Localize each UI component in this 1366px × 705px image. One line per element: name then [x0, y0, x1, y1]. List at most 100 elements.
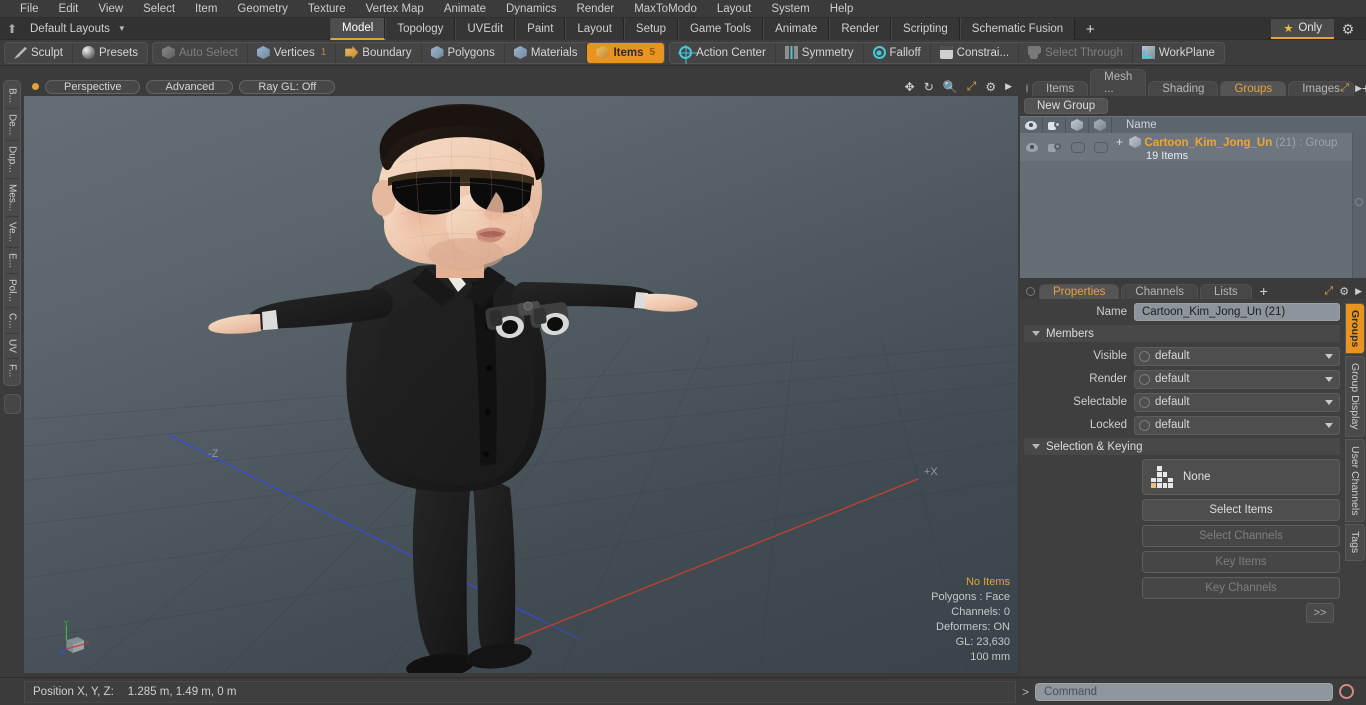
menu-item-view[interactable]: View [88, 0, 133, 18]
layout-tab-setup[interactable]: Setup [623, 18, 678, 40]
left-tool-tab-f[interactable]: F... [6, 359, 19, 382]
list-scrollbar[interactable] [1352, 133, 1366, 278]
row-shading-toggle[interactable] [1066, 133, 1089, 161]
members-section-header[interactable]: Members [1024, 325, 1340, 342]
button-select-items[interactable]: Select Items [1142, 499, 1340, 521]
menu-item-vertex-map[interactable]: Vertex Map [356, 0, 434, 18]
menu-item-help[interactable]: Help [820, 0, 864, 18]
gear-icon[interactable]: ⚙ [1334, 21, 1362, 38]
layout-tab-schematic-fusion[interactable]: Schematic Fusion [959, 18, 1076, 40]
row-name-cell[interactable]: + Cartoon_Kim_Jong_Un (21) : Group 19 It… [1112, 133, 1366, 162]
binoculars-model[interactable] [476, 296, 586, 366]
gear-icon[interactable]: ⚙ [985, 80, 996, 94]
panel-tab-items[interactable]: Items [1032, 81, 1089, 96]
character-model-kim-jong-un[interactable] [204, 96, 724, 673]
tool-button-sculpt[interactable]: Sculpt [5, 42, 73, 63]
menu-item-animate[interactable]: Animate [434, 0, 496, 18]
table-row[interactable]: + Cartoon_Kim_Jong_Un (21) : Group 19 It… [1020, 133, 1366, 162]
expand-icon[interactable]: ⤢ [1324, 285, 1333, 298]
left-tool-tab-uv[interactable]: UV [5, 334, 19, 360]
left-tool-tab-e[interactable]: E... [5, 248, 19, 275]
layout-tab-animate[interactable]: Animate [763, 18, 830, 40]
record-icon[interactable] [1339, 684, 1354, 699]
chevron-down-icon[interactable]: ▼ [118, 24, 126, 33]
wireframe-cube-icon[interactable] [1089, 116, 1112, 134]
property-dropdown-visible[interactable]: default [1134, 346, 1340, 366]
only-button[interactable]: ★ Only [1271, 19, 1334, 39]
play-icon[interactable]: ▶ [1005, 81, 1012, 92]
render-camera-icon[interactable] [1043, 116, 1066, 134]
row-wireframe-toggle[interactable] [1089, 133, 1112, 161]
shading-cube-icon[interactable] [1066, 116, 1089, 134]
gear-icon[interactable]: ⚙ [1339, 285, 1349, 298]
menu-item-dynamics[interactable]: Dynamics [496, 0, 566, 18]
layout-name-label[interactable]: Default Layouts [24, 23, 116, 35]
viewport-shading-selector[interactable]: Advanced [146, 79, 234, 94]
menu-item-texture[interactable]: Texture [298, 0, 356, 18]
3d-viewport[interactable]: -Z +X Y X Z No Items Polygons: Face Cha… [24, 96, 1018, 673]
tool-button-falloff[interactable]: Falloff [864, 42, 931, 63]
menu-item-render[interactable]: Render [566, 0, 624, 18]
menu-item-edit[interactable]: Edit [49, 0, 89, 18]
group-list[interactable]: + Cartoon_Kim_Jong_Un (21) : Group 19 It… [1020, 133, 1366, 278]
panel-menu-dot[interactable] [1026, 84, 1028, 93]
radio-icon[interactable] [1139, 419, 1150, 431]
layout-tab-render[interactable]: Render [829, 18, 892, 40]
add-layout-tab-button[interactable]: + [1075, 18, 1105, 40]
properties-tab-lists[interactable]: Lists [1200, 284, 1252, 299]
layout-tab-topology[interactable]: Topology [385, 18, 456, 40]
home-icon[interactable]: ⬆ [0, 22, 24, 36]
property-dropdown-locked[interactable]: default [1134, 415, 1340, 435]
left-tool-tab-c[interactable]: C... [5, 308, 19, 335]
properties-menu-dot[interactable] [1026, 287, 1035, 296]
menu-item-geometry[interactable]: Geometry [227, 0, 298, 18]
layout-tab-game-tools[interactable]: Game Tools [677, 18, 764, 40]
tool-button-materials[interactable]: Materials [505, 42, 588, 63]
tool-button-presets[interactable]: Presets [73, 43, 147, 63]
tool-button-action-center[interactable]: Action Center [670, 42, 776, 63]
left-tool-tab-dup[interactable]: Dup... [5, 141, 19, 179]
menu-item-maxtomodo[interactable]: MaxToModo [624, 0, 707, 18]
left-tool-tab-mes[interactable]: Mes... [5, 179, 19, 218]
scroll-knob[interactable] [1355, 198, 1363, 207]
property-dropdown-render[interactable]: default [1134, 369, 1340, 389]
properties-rail-tab-group-display[interactable]: Group Display [1345, 356, 1365, 437]
properties-tab-properties[interactable]: Properties [1039, 284, 1120, 299]
axis-gizmo[interactable]: Y X Z [60, 619, 92, 655]
tool-button-auto-select[interactable]: Auto Select [153, 42, 248, 63]
new-group-button[interactable]: New Group [1024, 98, 1109, 114]
tool-button-symmetry[interactable]: Symmetry [776, 42, 864, 63]
properties-rail-tab-tags[interactable]: Tags [1345, 524, 1365, 561]
tool-button-vertices[interactable]: Vertices 1 [248, 42, 337, 63]
left-tool-tab-ve[interactable]: Ve... [5, 217, 19, 249]
layout-tab-layout[interactable]: Layout [565, 18, 624, 40]
left-rail-extra-button[interactable] [3, 393, 21, 414]
rotate-icon[interactable]: ↻ [924, 80, 934, 94]
left-tool-tab-de[interactable]: De... [5, 109, 19, 142]
viewport-projection-selector[interactable]: Perspective [45, 79, 141, 94]
left-tool-tab-pol[interactable]: Pol... [5, 274, 19, 308]
fit-icon[interactable]: ⤢ [967, 79, 977, 94]
properties-rail-tab-user-channels[interactable]: User Channels [1345, 438, 1365, 523]
panel-tab-shading[interactable]: Shading [1148, 81, 1219, 96]
tool-button-select-through[interactable]: Select Through [1019, 42, 1133, 63]
menu-item-system[interactable]: System [761, 0, 819, 18]
layout-tab-scripting[interactable]: Scripting [891, 18, 960, 40]
key-item-selector[interactable]: None [1142, 459, 1340, 495]
layout-tab-model[interactable]: Model [330, 18, 386, 40]
name-field[interactable]: Cartoon_Kim_Jong_Un (21) [1134, 303, 1340, 321]
menu-item-select[interactable]: Select [133, 0, 185, 18]
properties-tab-channels[interactable]: Channels [1121, 284, 1199, 299]
visible-eye-icon[interactable] [1020, 116, 1043, 134]
chevron-right-icon[interactable]: ▶ [1355, 83, 1362, 94]
tool-button-polygons[interactable]: Polygons [422, 42, 505, 63]
add-properties-tab-button[interactable]: + [1254, 283, 1274, 299]
left-tool-tab-b[interactable]: B... [5, 83, 19, 110]
menu-item-file[interactable]: File [10, 0, 49, 18]
property-dropdown-selectable[interactable]: default [1134, 392, 1340, 412]
viewport-raygl-selector[interactable]: Ray GL: Off [239, 79, 336, 94]
layout-tab-uvedit[interactable]: UVEdit [455, 18, 516, 40]
properties-rail-tab-groups[interactable]: Groups [1345, 303, 1365, 355]
move-icon[interactable]: ✥ [905, 80, 915, 94]
menu-item-layout[interactable]: Layout [707, 0, 762, 18]
